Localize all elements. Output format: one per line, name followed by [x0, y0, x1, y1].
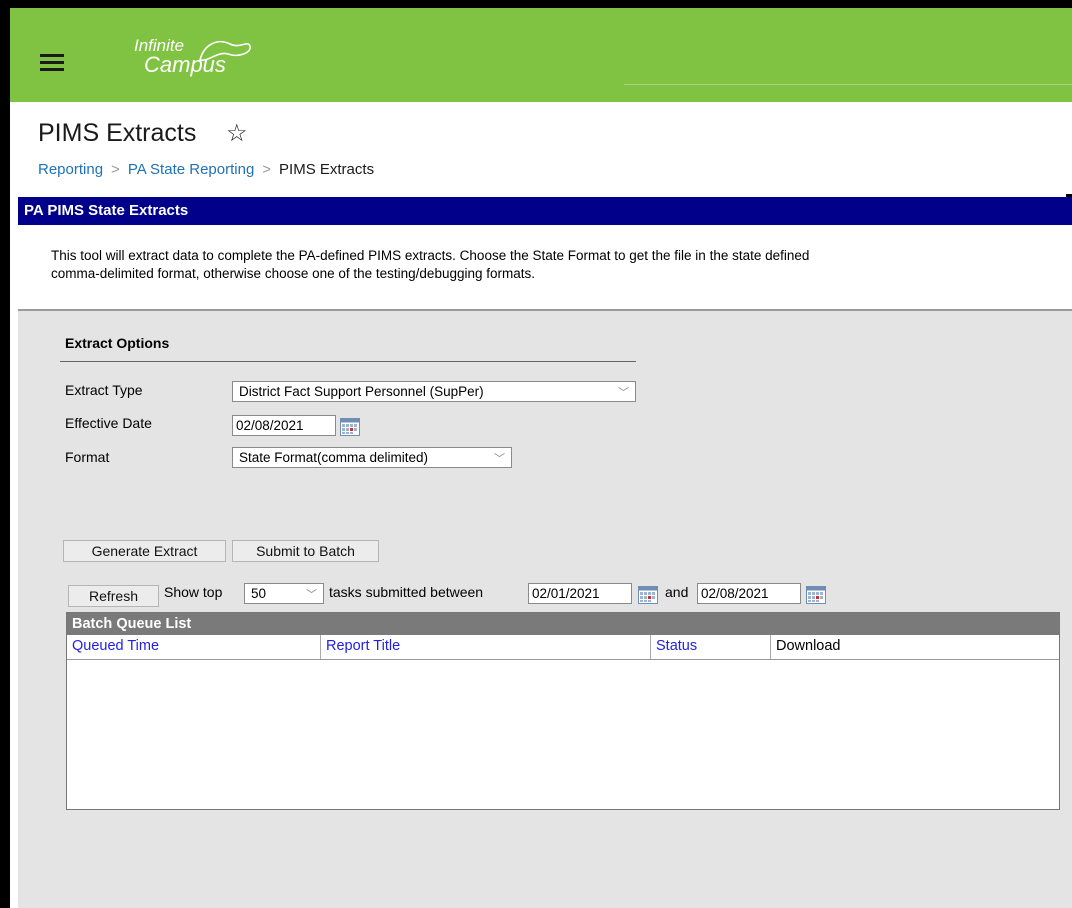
format-value: State Format(comma delimited) [239, 450, 429, 465]
submit-to-batch-button[interactable]: Submit to Batch [232, 540, 379, 562]
show-top-value: 50 [251, 586, 267, 601]
calendar-icon[interactable] [638, 586, 658, 604]
batch-queue-list: Batch Queue List Queued Time Report Titl… [66, 612, 1060, 810]
format-select[interactable]: State Format(comma delimited) ﹀ [232, 447, 512, 468]
infinite-campus-logo[interactable]: Infinite Campus [134, 36, 251, 78]
page-header: PIMS Extracts ☆ Reporting > PA State Repor… [10, 102, 1072, 194]
batch-queue-column-headers: Queued Time Report Title Status Download [67, 635, 1059, 660]
breadcrumb-separator-icon: > [111, 161, 120, 178]
section-title-bar: PA PIMS State Extracts [18, 197, 1072, 225]
chevron-down-icon: ﹀ [306, 589, 317, 601]
column-report-title[interactable]: Report Title [321, 635, 651, 659]
batch-queue-title: Batch Queue List [67, 613, 1059, 635]
tasks-between-label: tasks submitted between [329, 584, 484, 600]
description-line-2: comma-delimited format, otherwise choose… [51, 266, 536, 281]
format-label: Format [65, 449, 110, 465]
to-date-input[interactable]: 02/08/2021 [697, 583, 801, 604]
show-top-select[interactable]: 50 ﹀ [244, 583, 324, 604]
show-top-label: Show top [164, 584, 223, 600]
breadcrumb-current: PIMS Extracts [279, 161, 375, 178]
logo-swirl-icon [199, 40, 251, 61]
calendar-icon[interactable] [806, 586, 826, 604]
generate-extract-button[interactable]: Generate Extract [63, 540, 226, 562]
hamburger-menu-icon[interactable] [40, 54, 64, 72]
topbar-divider [624, 84, 1072, 85]
column-status[interactable]: Status [651, 635, 771, 659]
extract-type-select[interactable]: District Fact Support Personnel (SupPer)… [232, 381, 636, 402]
extract-options-divider [60, 361, 636, 362]
column-download: Download [776, 638, 841, 654]
breadcrumb-separator-icon: > [262, 161, 272, 178]
chevron-down-icon: ﹀ [494, 453, 505, 465]
page-title: PIMS Extracts [38, 119, 197, 147]
breadcrumb-pa-state-reporting[interactable]: PA State Reporting [128, 161, 254, 178]
extract-type-value: District Fact Support Personnel (SupPer) [239, 384, 484, 399]
column-queued-time[interactable]: Queued Time [67, 635, 321, 659]
extract-options-title: Extract Options [65, 335, 170, 351]
effective-date-input[interactable]: 02/08/2021 [232, 415, 336, 436]
calendar-icon[interactable] [340, 418, 360, 436]
tool-description: This tool will extract data to complete … [18, 225, 1072, 309]
favorite-star-icon[interactable]: ☆ [226, 119, 248, 148]
chevron-down-icon: ﹀ [618, 387, 629, 399]
refresh-button[interactable]: Refresh [68, 585, 159, 607]
extract-type-label: Extract Type [65, 382, 143, 398]
breadcrumb: Reporting > PA State Reporting > PIMS Extrac… [38, 161, 374, 178]
breadcrumb-reporting[interactable]: Reporting [38, 161, 103, 178]
description-line-1: This tool will extract data to complete … [51, 248, 810, 263]
and-label: and [665, 584, 689, 600]
top-navigation-bar: Infinite Campus [10, 8, 1072, 102]
effective-date-label: Effective Date [65, 415, 152, 431]
from-date-input[interactable]: 02/01/2021 [528, 583, 632, 604]
extract-content-panel: Extract Options Extract Type District Fa… [18, 311, 1072, 908]
